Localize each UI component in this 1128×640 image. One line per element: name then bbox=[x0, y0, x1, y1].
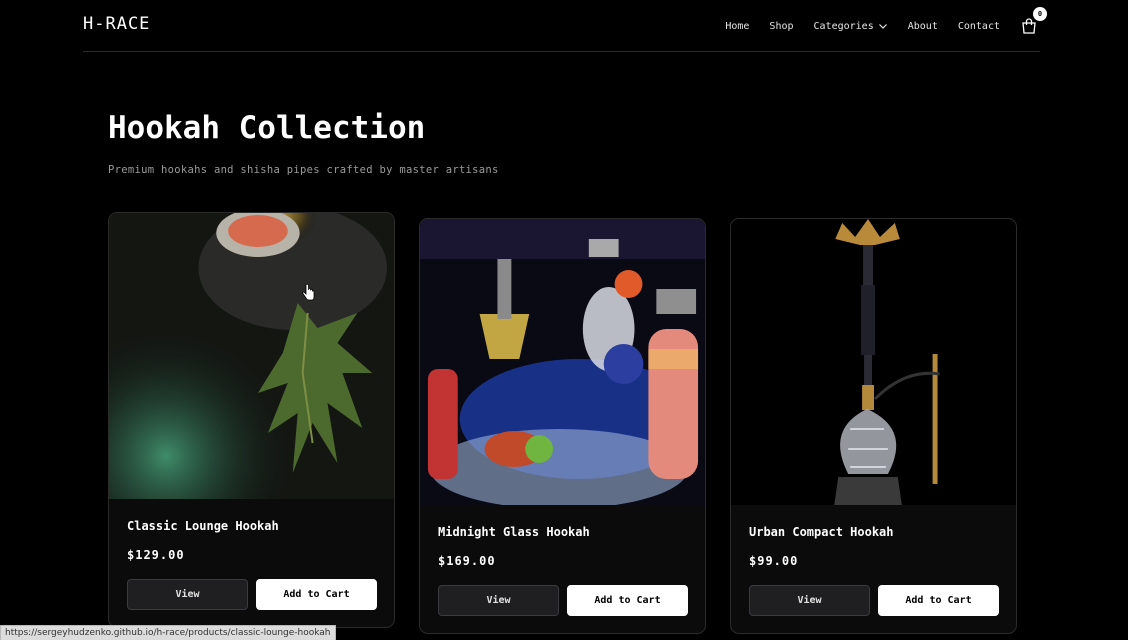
logo[interactable]: H-RACE bbox=[83, 14, 150, 34]
product-price: $129.00 bbox=[127, 548, 185, 562]
nav-home[interactable]: Home bbox=[725, 21, 749, 32]
main-nav: Home Shop Categories About Contact 0 bbox=[705, 0, 1047, 52]
add-to-cart-button[interactable]: Add to Cart bbox=[256, 579, 377, 610]
product-price: $169.00 bbox=[438, 554, 496, 568]
nav-categories[interactable]: Categories bbox=[814, 21, 888, 32]
product-name[interactable]: Urban Compact Hookah bbox=[749, 525, 894, 539]
cart-count-badge: 0 bbox=[1033, 7, 1047, 21]
product-price: $99.00 bbox=[749, 554, 799, 568]
site-header: H-RACE Home Shop Categories About Contac… bbox=[83, 0, 1047, 52]
product-card[interactable]: Classic Lounge Hookah $129.00 View Add t… bbox=[108, 212, 395, 628]
nav-contact[interactable]: Contact bbox=[958, 21, 1000, 32]
view-button[interactable]: View bbox=[749, 585, 870, 616]
nav-about[interactable]: About bbox=[908, 21, 938, 32]
page-subtitle: Premium hookahs and shisha pipes crafted… bbox=[108, 164, 499, 176]
nav-categories-label: Categories bbox=[813, 20, 874, 32]
product-name[interactable]: Midnight Glass Hookah bbox=[438, 525, 590, 539]
cart-button[interactable]: 0 bbox=[1020, 7, 1047, 35]
add-to-cart-button[interactable]: Add to Cart bbox=[567, 585, 688, 616]
product-name[interactable]: Classic Lounge Hookah bbox=[127, 519, 279, 533]
nav-shop[interactable]: Shop bbox=[769, 21, 793, 32]
view-button[interactable]: View bbox=[127, 579, 248, 610]
product-image[interactable] bbox=[109, 213, 394, 499]
page-title: Hookah Collection bbox=[108, 110, 426, 146]
chevron-down-icon bbox=[878, 24, 887, 29]
view-button[interactable]: View bbox=[438, 585, 559, 616]
add-to-cart-button[interactable]: Add to Cart bbox=[878, 585, 999, 616]
product-image[interactable] bbox=[731, 219, 1016, 505]
product-card[interactable]: Urban Compact Hookah $99.00 View Add to … bbox=[730, 218, 1017, 634]
status-bar-url: https://sergeyhudzenko.github.io/h-race/… bbox=[0, 625, 336, 640]
product-card[interactable]: Midnight Glass Hookah $169.00 View Add t… bbox=[419, 218, 706, 634]
cursor-hand-icon bbox=[302, 284, 315, 301]
product-image[interactable] bbox=[420, 219, 705, 505]
